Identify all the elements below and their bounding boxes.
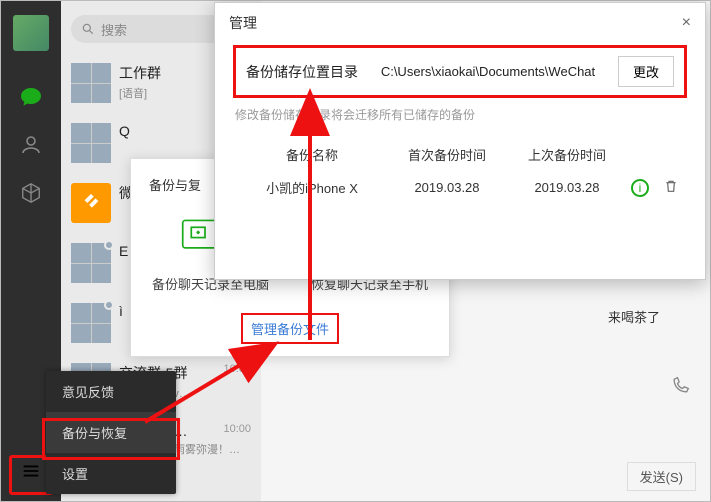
col-name: 备份名称	[237, 145, 387, 164]
dialog-title: 管理	[229, 13, 257, 33]
menu-settings[interactable]: 设置	[46, 453, 176, 494]
chat-time: 10:05	[223, 363, 251, 383]
message-text: 来喝茶了	[608, 307, 660, 326]
chat-icon[interactable]	[17, 83, 45, 111]
search-placeholder: 搜索	[101, 20, 127, 39]
cube-icon[interactable]	[17, 179, 45, 207]
send-button[interactable]: 发送(S)	[627, 462, 696, 491]
chat-avatar	[71, 123, 111, 163]
backup-name: 小凯的iPhone X	[237, 178, 387, 197]
trash-icon[interactable]	[663, 178, 679, 197]
first-backup-time: 2019.03.28	[387, 180, 507, 195]
contacts-icon[interactable]	[17, 131, 45, 159]
phone-icon[interactable]	[670, 376, 690, 401]
menu-backup-restore[interactable]: 备份与恢复	[46, 412, 176, 453]
close-icon[interactable]: ×	[682, 14, 691, 32]
table-row: 小凯的iPhone X 2019.03.28 2019.03.28 i	[233, 170, 687, 205]
user-avatar[interactable]	[13, 15, 49, 51]
sidebar-context-menu: 意见反馈 备份与恢复 设置	[46, 371, 176, 494]
hamburger-menu-icon[interactable]	[13, 453, 49, 489]
last-backup-time: 2019.03.28	[507, 180, 627, 195]
manage-backup-link[interactable]: 管理备份文件	[247, 317, 333, 340]
col-first: 首次备份时间	[387, 145, 507, 164]
change-button[interactable]: 更改	[618, 56, 674, 87]
path-value: C:\Users\xiaokai\Documents\WeChat	[368, 64, 608, 79]
path-label: 备份储存位置目录	[246, 62, 358, 82]
storage-path-row: 备份储存位置目录 C:\Users\xiaokai\Documents\WeCh…	[233, 45, 687, 98]
info-icon[interactable]: i	[631, 179, 649, 197]
chat-time: 10:00	[223, 423, 251, 439]
chat-avatar	[71, 183, 111, 223]
table-header: 备份名称 首次备份时间 上次备份时间	[233, 139, 687, 170]
col-last: 上次备份时间	[507, 145, 627, 164]
hint-text: 修改备份储存目录将会迁移所有已储存的备份	[235, 106, 685, 123]
menu-feedback[interactable]: 意见反馈	[46, 371, 176, 412]
chat-avatar	[71, 243, 111, 283]
manage-dialog: 管理 × 备份储存位置目录 C:\Users\xiaokai\Documents…	[214, 2, 706, 280]
chat-avatar	[71, 63, 111, 103]
chat-avatar	[71, 303, 111, 343]
